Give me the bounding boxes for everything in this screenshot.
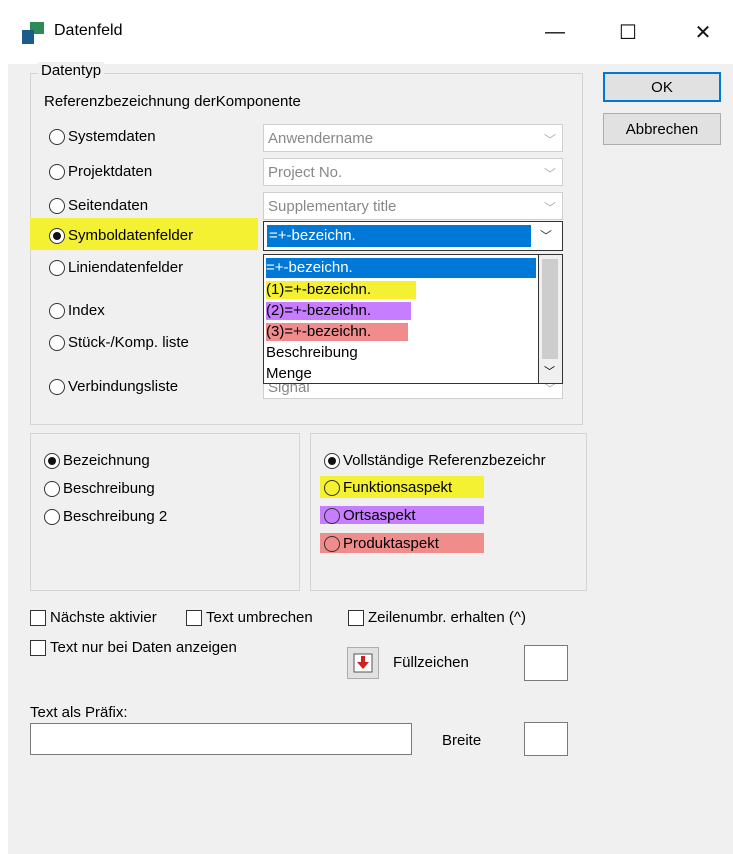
radio-stueckliste[interactable]: Stück-/Komp. liste <box>49 334 189 351</box>
radio-vollstaendig[interactable]: Vollständige Referenzbezeichr <box>324 452 546 469</box>
dropdown-item[interactable]: Menge <box>266 365 312 383</box>
radio-circle[interactable] <box>44 480 60 497</box>
chevron-down-icon: ﹀ <box>543 167 556 181</box>
scrollbar-thumb[interactable] <box>542 259 558 359</box>
checkbox[interactable] <box>186 609 202 626</box>
checkbox[interactable] <box>30 609 46 626</box>
prefix-input[interactable] <box>30 723 412 755</box>
chevron-down-icon: ﹀ <box>543 133 556 147</box>
ok-button[interactable]: OK <box>603 72 721 102</box>
close-button[interactable]: ✕ <box>680 14 726 50</box>
dropdown-item[interactable]: (2)=+-bezeichn. <box>266 302 371 320</box>
app-icon <box>22 22 44 44</box>
radio-circle[interactable] <box>49 378 65 395</box>
prefix-label: Text als Präfix: <box>30 704 128 721</box>
check-only-data[interactable]: Text nur bei Daten anzeigen <box>30 639 237 656</box>
radio-circle[interactable] <box>324 507 340 524</box>
fill-char-button[interactable] <box>347 647 379 679</box>
check-wrap[interactable]: Text umbrechen <box>186 609 313 626</box>
minimize-button[interactable]: — <box>532 14 578 50</box>
title-bar: Datenfeld — ☐ ✕ <box>0 0 733 64</box>
combo-projektdaten[interactable]: Project No. ﹀ <box>263 158 563 186</box>
radio-circle[interactable] <box>324 479 340 496</box>
radio-liniendatenfelder[interactable]: Liniendatenfelder <box>49 259 183 276</box>
window-title: Datenfeld <box>54 22 123 39</box>
radio-symboldatenfelder[interactable]: Symboldatenfelder <box>49 227 193 244</box>
reference-label: Referenzbezeichnung derKomponente <box>44 93 301 110</box>
dropdown-item[interactable]: Beschreibung <box>266 344 358 362</box>
checkbox[interactable] <box>30 639 46 656</box>
radio-verbindungsliste[interactable]: Verbindungsliste <box>49 378 178 395</box>
combo-selected-value: =+-bezeichn. <box>267 225 531 247</box>
radio-beschreibung-2[interactable]: Beschreibung 2 <box>44 508 167 525</box>
radio-projektdaten[interactable]: Projektdaten <box>49 163 152 180</box>
check-keep[interactable]: Zeilenumbr. erhalten (^) <box>348 609 526 626</box>
insert-icon <box>353 653 373 673</box>
checkbox[interactable] <box>348 609 364 626</box>
width-label: Breite <box>442 732 482 749</box>
radio-circle[interactable] <box>324 452 340 469</box>
radio-circle[interactable] <box>49 334 65 351</box>
radio-systemdaten[interactable]: Systemdaten <box>49 128 156 145</box>
radio-circle[interactable] <box>49 227 65 244</box>
radio-bezeichnung[interactable]: Bezeichnung <box>44 452 150 469</box>
chevron-down-icon[interactable]: ﹀ <box>540 227 552 244</box>
maximize-button[interactable]: ☐ <box>605 14 651 50</box>
radio-seitendaten[interactable]: Seitendaten <box>49 197 148 214</box>
radio-funktionsaspekt[interactable]: Funktionsaspekt <box>324 479 452 496</box>
combo-seitendaten[interactable]: Supplementary title ﹀ <box>263 192 563 220</box>
radio-ortsaspekt[interactable]: Ortsaspekt <box>324 507 416 524</box>
dropdown-list[interactable]: =+-bezeichn. (1)=+-bezeichn. (2)=+-bezei… <box>263 254 539 384</box>
width-input[interactable] <box>524 722 568 756</box>
datatype-group-label: Datentyp <box>38 62 105 79</box>
check-next[interactable]: Nächste aktivier <box>30 609 157 626</box>
radio-circle[interactable] <box>324 535 340 552</box>
radio-circle[interactable] <box>49 302 65 319</box>
dropdown-item[interactable]: (3)=+-bezeichn. <box>266 323 371 341</box>
radio-circle[interactable] <box>49 197 65 214</box>
dropdown-item[interactable]: (1)=+-bezeichn. <box>266 281 371 299</box>
radio-produktaspekt[interactable]: Produktaspekt <box>324 535 439 552</box>
cancel-button[interactable]: Abbrechen <box>603 113 721 145</box>
fill-char-input[interactable] <box>524 645 568 681</box>
combo-symboldatenfelder[interactable]: =+-bezeichn. ﹀ <box>263 221 563 251</box>
radio-circle[interactable] <box>44 508 60 525</box>
radio-circle[interactable] <box>49 163 65 180</box>
radio-beschreibung[interactable]: Beschreibung <box>44 480 155 497</box>
chevron-down-icon: ﹀ <box>543 201 556 215</box>
combo-systemdaten[interactable]: Anwendername ﹀ <box>263 124 563 152</box>
dropdown-scrollbar[interactable]: ﹀ <box>539 254 563 384</box>
radio-index[interactable]: Index <box>49 302 105 319</box>
scroll-down-icon[interactable]: ﹀ <box>544 363 555 379</box>
radio-circle[interactable] <box>49 259 65 276</box>
radio-circle[interactable] <box>44 452 60 469</box>
radio-circle[interactable] <box>49 128 65 145</box>
dropdown-item[interactable]: =+-bezeichn. <box>266 258 536 278</box>
fill-char-label: Füllzeichen <box>393 654 469 671</box>
